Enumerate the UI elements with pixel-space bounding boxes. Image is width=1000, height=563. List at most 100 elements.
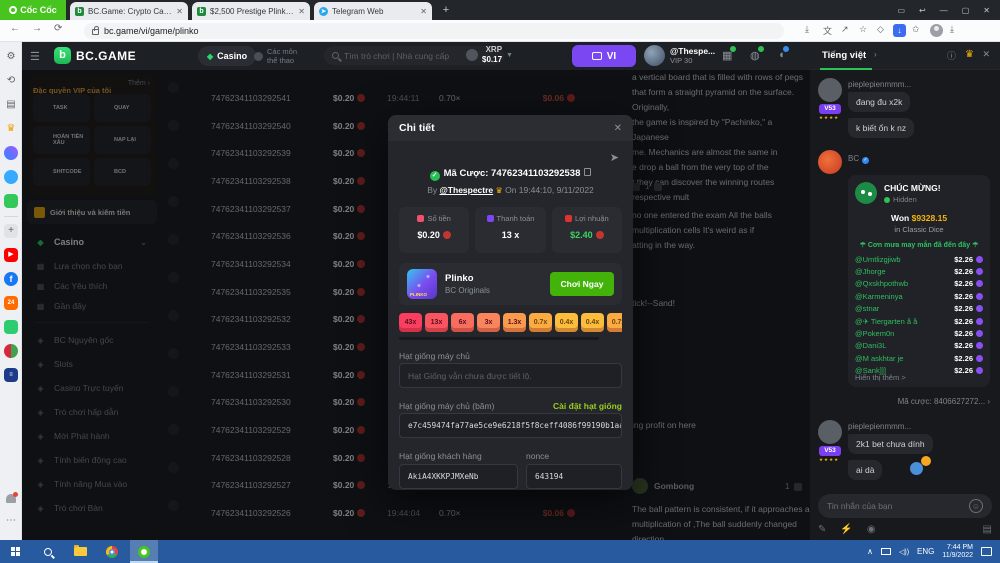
hamburger-menu-icon[interactable]: ☰ [30, 50, 40, 63]
chat-toggle-icon[interactable]: ◖ [778, 49, 785, 61]
gif-icon[interactable]: ◉ [867, 524, 876, 535]
bcgame-logo-icon[interactable]: b [54, 47, 71, 64]
restore-tab-icon[interactable]: ↩ [919, 6, 926, 15]
tv24-shortcut-icon[interactable]: 24 [4, 296, 18, 310]
chat-username[interactable]: BC✓ [848, 154, 869, 164]
network-icon[interactable] [881, 548, 891, 555]
chat-avatar[interactable] [818, 150, 842, 174]
save-page-icon[interactable]: ⤓ [805, 24, 809, 35]
chat-message-input[interactable] [827, 501, 969, 511]
tab-close-icon[interactable]: ✕ [298, 7, 305, 16]
speaker-icon[interactable]: ◁)) [899, 548, 909, 556]
casino-nav-tab[interactable]: ◆ Casino [198, 46, 256, 66]
wallet-deposit-button[interactable]: VI [572, 45, 636, 67]
downloads-tray-icon[interactable]: ⤓ [950, 24, 954, 35]
messenger-icon[interactable] [4, 146, 18, 160]
taskbar-clock[interactable]: 7:44 PM 11/9/2022 [942, 544, 973, 560]
tab-close-icon[interactable]: ✕ [176, 7, 183, 16]
zalo-app-icon[interactable] [4, 170, 18, 184]
notification-bell-icon[interactable] [6, 494, 16, 503]
rain-lightning-icon[interactable]: ⚡ [840, 524, 852, 535]
browser-tab-1[interactable]: b BC.Game: Crypto Casino Ga... ✕ [70, 2, 188, 20]
profile-avatar[interactable] [930, 24, 943, 37]
close-chat-icon[interactable]: ✕ [982, 49, 990, 60]
trophy-icon[interactable]: ♛ [965, 49, 974, 60]
bet-id-link[interactable]: Mã cược: 8406627272... › [898, 397, 990, 406]
tab-search-icon[interactable]: ▭ [897, 6, 905, 15]
browser-tab-2[interactable]: b $2,500 Prestige Plinko Challe... ✕ [192, 2, 310, 20]
translate-icon[interactable]: 文 [823, 24, 832, 37]
minimize-icon[interactable]: — [940, 6, 948, 15]
more-dots-icon[interactable]: ⋯ [4, 514, 18, 528]
coccoc-taskbar-button[interactable] [130, 540, 158, 563]
navy-shortcut-icon[interactable]: ≡ [4, 368, 18, 382]
rain-username[interactable]: @Jhorge [855, 267, 954, 276]
maximize-icon[interactable]: ▢ [962, 6, 970, 15]
play-now-button[interactable]: Chơi Ngay [550, 272, 614, 296]
file-explorer-button[interactable] [66, 540, 94, 563]
new-tab-button[interactable]: + [438, 3, 454, 19]
vault-icon[interactable]: ▦ [722, 49, 732, 62]
language-indicator[interactable]: ENG [917, 547, 934, 556]
chat-avatar[interactable] [818, 420, 842, 444]
server-seed-hash-field[interactable]: e7c459474fa77ae5ce9e6218f5f8ceff4086f991… [399, 413, 622, 438]
reading-list-icon[interactable]: ▤ [4, 98, 18, 112]
bcgame-logo-text[interactable]: BC.GAME [76, 49, 136, 63]
rain-username[interactable]: @Qxskhpothwb [855, 279, 954, 288]
hidden-icons-chevron[interactable]: ∧ [867, 547, 873, 556]
client-seed-field[interactable]: AkiA4XKKPJMXeNb [399, 464, 518, 489]
plinko-thumbnail[interactable]: PLINKO [407, 269, 437, 299]
add-shortcut-icon[interactable]: + [4, 224, 18, 238]
youtube-icon[interactable]: ▶ [4, 248, 18, 262]
info-icon[interactable]: ⓘ [947, 49, 956, 62]
seed-settings-link[interactable]: Cài đặt hạt giống [553, 401, 622, 411]
address-bar[interactable]: bc.game/vi/game/plinko [84, 23, 784, 39]
show-more-link[interactable]: Hiển thị thêm > [855, 373, 906, 382]
multiplier-scrollbar[interactable] [399, 337, 599, 340]
user-avatar[interactable] [644, 45, 665, 66]
reload-icon[interactable]: ⟳ [54, 23, 62, 34]
game-app-icon[interactable] [4, 194, 18, 208]
action-center-icon[interactable] [981, 547, 992, 556]
leaf-shortcut-icon[interactable] [4, 344, 18, 358]
download-extension-icon[interactable]: ↓ [893, 24, 906, 37]
sports-nav-tab[interactable]: Các môn thể thao [254, 47, 297, 65]
facebook-icon[interactable]: f [4, 272, 18, 286]
start-button[interactable] [2, 540, 30, 563]
notifications-bell-icon[interactable]: ◍ [750, 49, 760, 62]
rain-username[interactable]: @Dani3L [855, 341, 954, 350]
close-icon[interactable]: ✕ [614, 123, 622, 134]
history-icon[interactable]: ⟲ [4, 74, 18, 88]
chat-avatar[interactable] [818, 78, 842, 102]
user-info[interactable]: @Thespe... VIP 30 [670, 46, 715, 65]
extension-star-icon[interactable]: ✩ [912, 24, 920, 35]
rain-username[interactable]: @M askhtar je [855, 354, 954, 363]
player-link[interactable]: @Thespectre [440, 185, 494, 195]
browser-tab-3[interactable]: ➤ Telegram Web ✕ [314, 2, 432, 20]
nonce-field[interactable]: 643194 [526, 464, 622, 489]
crown-favorites-icon[interactable]: ♛ [4, 122, 18, 136]
rain-username[interactable]: @stnar [855, 304, 954, 313]
chat-rules-icon[interactable]: ✎ [818, 524, 826, 535]
chat-language-selector[interactable]: Tiếng việt [822, 50, 866, 61]
rain-username[interactable]: @Umtlizgjiwb [855, 255, 954, 264]
share-arrow-icon[interactable]: ➤ [610, 151, 619, 164]
rain-username[interactable]: @Karmeninya [855, 292, 954, 301]
settings-gear-icon[interactable]: ⚙ [4, 50, 18, 64]
taskbar-search-button[interactable] [34, 540, 62, 563]
chat-username[interactable]: pieplepienmmm... [848, 422, 911, 431]
close-window-icon[interactable]: ✕ [983, 6, 990, 15]
green-shortcut-icon[interactable] [4, 320, 18, 334]
coccoc-brand[interactable]: Cốc Cốc [0, 0, 66, 20]
bookmark-star-icon[interactable]: ☆ [859, 24, 867, 35]
rain-username[interactable]: @✈ Tiergarten å å [855, 317, 954, 326]
rain-username[interactable]: @Pokem0n [855, 329, 954, 338]
chrome-button[interactable] [98, 540, 126, 563]
forward-icon[interactable]: → [32, 23, 42, 34]
tab-close-icon[interactable]: ✕ [420, 7, 427, 16]
currency-selector[interactable]: XRP $0.17 ▼ [466, 45, 513, 65]
back-icon[interactable]: ← [10, 23, 20, 34]
shield-extension-icon[interactable]: ◇ [877, 24, 884, 35]
chat-username[interactable]: pieplepienmmm... [848, 80, 911, 89]
copy-icon[interactable] [584, 168, 591, 176]
